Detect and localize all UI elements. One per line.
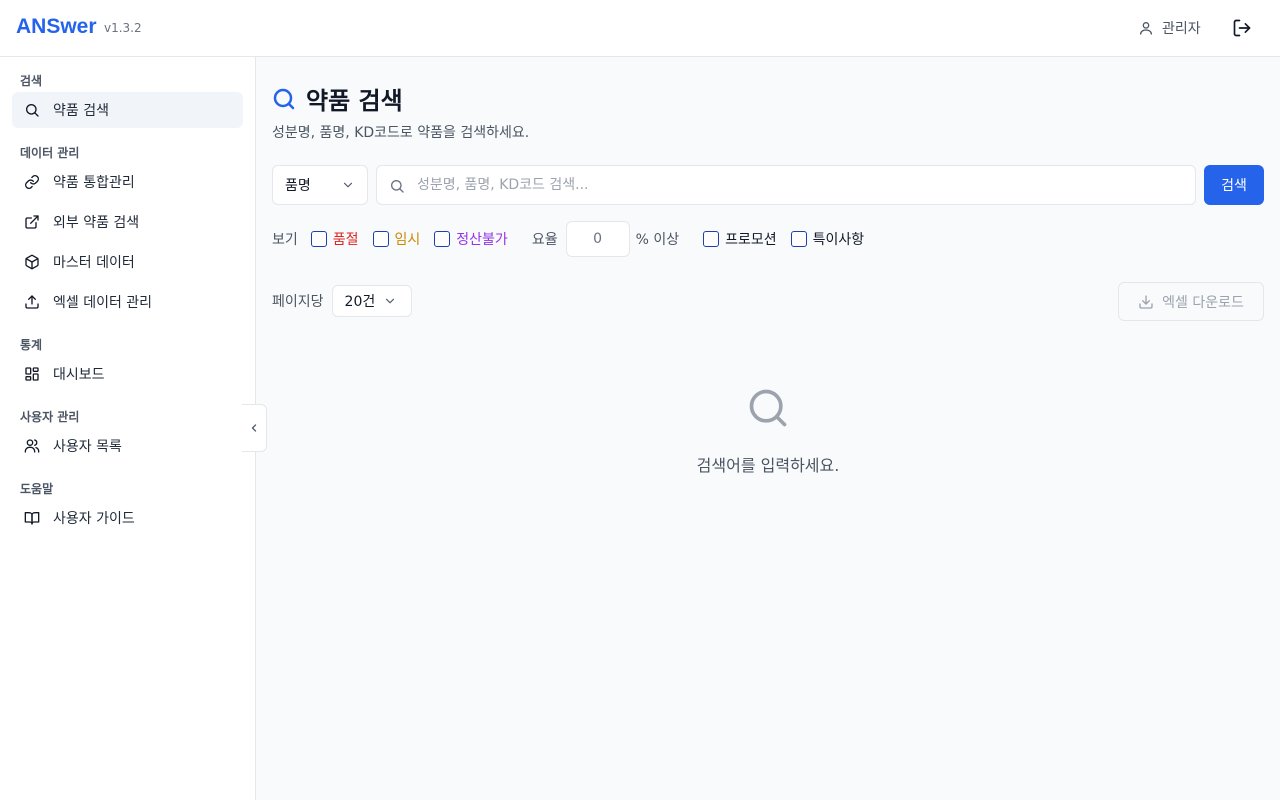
brand-logo[interactable]: ANSwer bbox=[16, 15, 97, 39]
search-type-select[interactable]: 품명 bbox=[272, 165, 368, 205]
sidebar: 검색 약품 검색 데이터 관리 약품 통합관리 외부 약품 검색 마스터 데이터… bbox=[0, 57, 256, 800]
link-icon bbox=[25, 175, 39, 189]
search-icon bbox=[391, 180, 404, 193]
per-page-label: 페이지당 bbox=[272, 294, 324, 310]
sidebar-item-label: 대시보드 bbox=[53, 367, 105, 383]
sidebar-item-drug-search[interactable]: 약품 검색 bbox=[12, 92, 243, 128]
promotion-label: 프로모션 bbox=[725, 232, 777, 248]
sidebar-item-master-data[interactable]: 마스터 데이터 bbox=[12, 244, 243, 280]
sidebar-item-user-guide[interactable]: 사용자 가이드 bbox=[12, 500, 243, 536]
filter-soldout[interactable]: 품절 bbox=[310, 229, 359, 249]
search-button[interactable]: 검색 bbox=[1204, 165, 1264, 205]
sidebar-section-stats: 통계 bbox=[20, 338, 43, 352]
users-icon bbox=[24, 439, 40, 453]
upload-icon bbox=[25, 295, 39, 309]
sidebar-item-dashboard[interactable]: 대시보드 bbox=[12, 356, 243, 392]
package-icon bbox=[25, 254, 39, 270]
dashboard-icon bbox=[25, 367, 39, 381]
special-checkbox[interactable] bbox=[790, 231, 807, 247]
temp-label: 임시 bbox=[394, 232, 421, 248]
book-icon bbox=[24, 511, 40, 525]
user-menu[interactable]: 관리자 bbox=[1138, 18, 1201, 38]
main-content: 약품 검색 성분명, 품명, KD코드로 약품을 검색하세요. 품명 검색 보기… bbox=[256, 57, 1280, 800]
chevron-down-icon bbox=[386, 298, 395, 304]
nosettle-checkbox[interactable] bbox=[434, 231, 451, 247]
sidebar-item-user-list[interactable]: 사용자 목록 bbox=[12, 428, 243, 464]
page-header: 약품 검색 bbox=[272, 81, 403, 116]
logout-icon[interactable] bbox=[1232, 18, 1252, 38]
soldout-checkbox[interactable] bbox=[310, 231, 327, 247]
sidebar-item-drug-integration[interactable]: 약품 통합관리 bbox=[12, 164, 243, 200]
sidebar-section-data: 데이터 관리 bbox=[20, 146, 80, 160]
filter-temp[interactable]: 임시 bbox=[372, 229, 421, 249]
search-icon bbox=[26, 104, 39, 117]
sidebar-item-excel-data[interactable]: 엑셀 데이터 관리 bbox=[12, 284, 243, 320]
nosettle-label: 정산불가 bbox=[456, 232, 508, 248]
search-icon bbox=[273, 88, 295, 109]
search-input[interactable] bbox=[417, 166, 1187, 204]
filter-special[interactable]: 특이사항 bbox=[790, 229, 865, 249]
sidebar-item-label: 약품 통합관리 bbox=[53, 175, 135, 191]
page-title: 약품 검색 bbox=[306, 87, 403, 115]
page-subtitle: 성분명, 품명, KD코드로 약품을 검색하세요. bbox=[272, 125, 530, 141]
app-header: ANSwer v1.3.2 관리자 bbox=[0, 0, 1280, 57]
filter-bar: 보기 품절 임시 정산불가 요율 % 이상 프로모션 특이사항 bbox=[272, 221, 864, 257]
promotion-checkbox[interactable] bbox=[703, 231, 720, 247]
sidebar-section-users: 사용자 관리 bbox=[20, 410, 80, 424]
special-label: 특이사항 bbox=[812, 232, 865, 248]
sidebar-item-label: 사용자 가이드 bbox=[53, 511, 135, 527]
download-icon bbox=[1139, 294, 1153, 309]
search-icon bbox=[749, 389, 787, 427]
view-label: 보기 bbox=[272, 232, 298, 248]
filter-promotion[interactable]: 프로모션 bbox=[703, 229, 777, 249]
rate-input[interactable] bbox=[565, 221, 630, 257]
empty-state-message: 검색어를 입력하세요. bbox=[696, 456, 840, 475]
search-type-value: 품명 bbox=[285, 178, 311, 194]
app-version: v1.3.2 bbox=[104, 21, 142, 35]
sidebar-item-label: 마스터 데이터 bbox=[53, 255, 135, 271]
temp-checkbox[interactable] bbox=[372, 231, 389, 247]
sidebar-item-external-search[interactable]: 외부 약품 검색 bbox=[12, 204, 243, 240]
per-page-control: 페이지당 20건 bbox=[272, 285, 412, 317]
sidebar-section-search: 검색 bbox=[20, 74, 43, 88]
per-page-value: 20건 bbox=[344, 294, 376, 310]
excel-download-button[interactable]: 엑셀 다운로드 bbox=[1118, 282, 1264, 321]
sidebar-item-label: 사용자 목록 bbox=[53, 439, 122, 455]
per-page-select[interactable]: 20건 bbox=[331, 285, 412, 317]
user-icon bbox=[1140, 22, 1152, 35]
external-link-icon bbox=[25, 215, 39, 229]
chevron-down-icon bbox=[343, 182, 353, 188]
sidebar-item-label: 약품 검색 bbox=[53, 103, 109, 119]
sidebar-section-help: 도움말 bbox=[20, 482, 54, 496]
rate-label: 요율 bbox=[531, 232, 558, 248]
sidebar-item-label: 외부 약품 검색 bbox=[53, 215, 140, 231]
rate-suffix: % 이상 bbox=[635, 232, 680, 248]
user-name: 관리자 bbox=[1162, 21, 1201, 37]
search-box bbox=[376, 165, 1196, 205]
filter-nosettle[interactable]: 정산불가 bbox=[434, 229, 508, 249]
sidebar-item-label: 엑셀 데이터 관리 bbox=[53, 295, 153, 311]
soldout-label: 품절 bbox=[332, 232, 359, 248]
excel-download-label: 엑셀 다운로드 bbox=[1162, 294, 1244, 311]
